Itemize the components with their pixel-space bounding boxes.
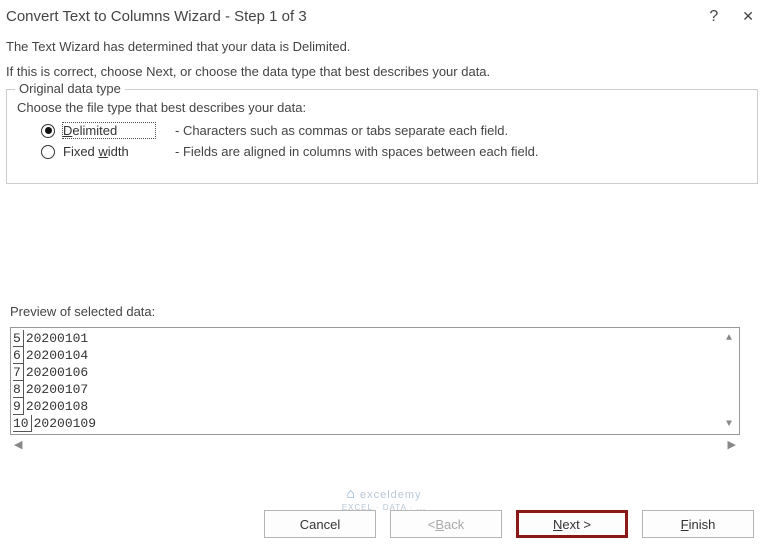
group-legend: Original data type <box>15 81 125 96</box>
preview-row: 620200104 <box>13 347 96 364</box>
house-icon: ⌂ <box>346 485 355 501</box>
button-row: Cancel < Back Next > Finish <box>264 510 754 538</box>
preview-title: Preview of selected data: <box>10 304 754 319</box>
radio-icon <box>41 145 55 159</box>
preview-box: 520200101 620200104 720200106 820200107 … <box>10 327 740 435</box>
back-button: < Back <box>390 510 502 538</box>
radio-fixed-desc: - Fields are aligned in columns with spa… <box>175 144 538 159</box>
radio-fixed-width[interactable]: Fixed width - Fields are aligned in colu… <box>41 144 747 159</box>
window-controls: ? ✕ <box>709 6 758 27</box>
preview-section: Preview of selected data: 520200101 6202… <box>6 304 758 453</box>
intro-text-1: The Text Wizard has determined that your… <box>6 39 758 54</box>
finish-button[interactable]: Finish <box>642 510 754 538</box>
preview-row: 920200108 <box>13 398 96 415</box>
choose-label: Choose the file type that best describes… <box>17 100 747 115</box>
scroll-right-icon[interactable]: ▶ <box>728 438 736 451</box>
close-icon[interactable]: ✕ <box>738 6 758 27</box>
radio-delimited-label: Delimited <box>63 123 155 138</box>
scroll-left-icon[interactable]: ◀ <box>14 438 22 451</box>
preview-row: 520200101 <box>13 330 96 347</box>
scroll-up-icon[interactable]: ▲ <box>721 330 737 346</box>
title-bar: Convert Text to Columns Wizard - Step 1 … <box>0 0 768 33</box>
radio-delimited[interactable]: Delimited - Characters such as commas or… <box>41 123 747 138</box>
preview-row: 1020200109 <box>13 415 96 432</box>
radio-fixed-label: Fixed width <box>63 144 155 159</box>
original-data-type-group: Original data type Choose the file type … <box>6 89 758 184</box>
watermark: ⌂ exceldemy EXCEL · DATA · ... <box>342 485 427 513</box>
window-title: Convert Text to Columns Wizard - Step 1 … <box>6 8 307 25</box>
help-icon[interactable]: ? <box>709 8 718 26</box>
radio-delimited-desc: - Characters such as commas or tabs sepa… <box>175 123 508 138</box>
next-button[interactable]: Next > <box>516 510 628 538</box>
horizontal-scrollbar[interactable]: ◀ ▶ <box>10 435 740 453</box>
preview-list: 520200101 620200104 720200106 820200107 … <box>13 330 96 432</box>
cancel-button[interactable]: Cancel <box>264 510 376 538</box>
dialog-body: The Text Wizard has determined that your… <box>0 33 768 453</box>
intro-text-2: If this is correct, choose Next, or choo… <box>6 64 758 79</box>
scroll-down-icon[interactable]: ▼ <box>721 416 737 432</box>
preview-row: 820200107 <box>13 381 96 398</box>
preview-row: 720200106 <box>13 364 96 381</box>
radio-icon <box>41 124 55 138</box>
watermark-brand: exceldemy <box>360 489 422 501</box>
